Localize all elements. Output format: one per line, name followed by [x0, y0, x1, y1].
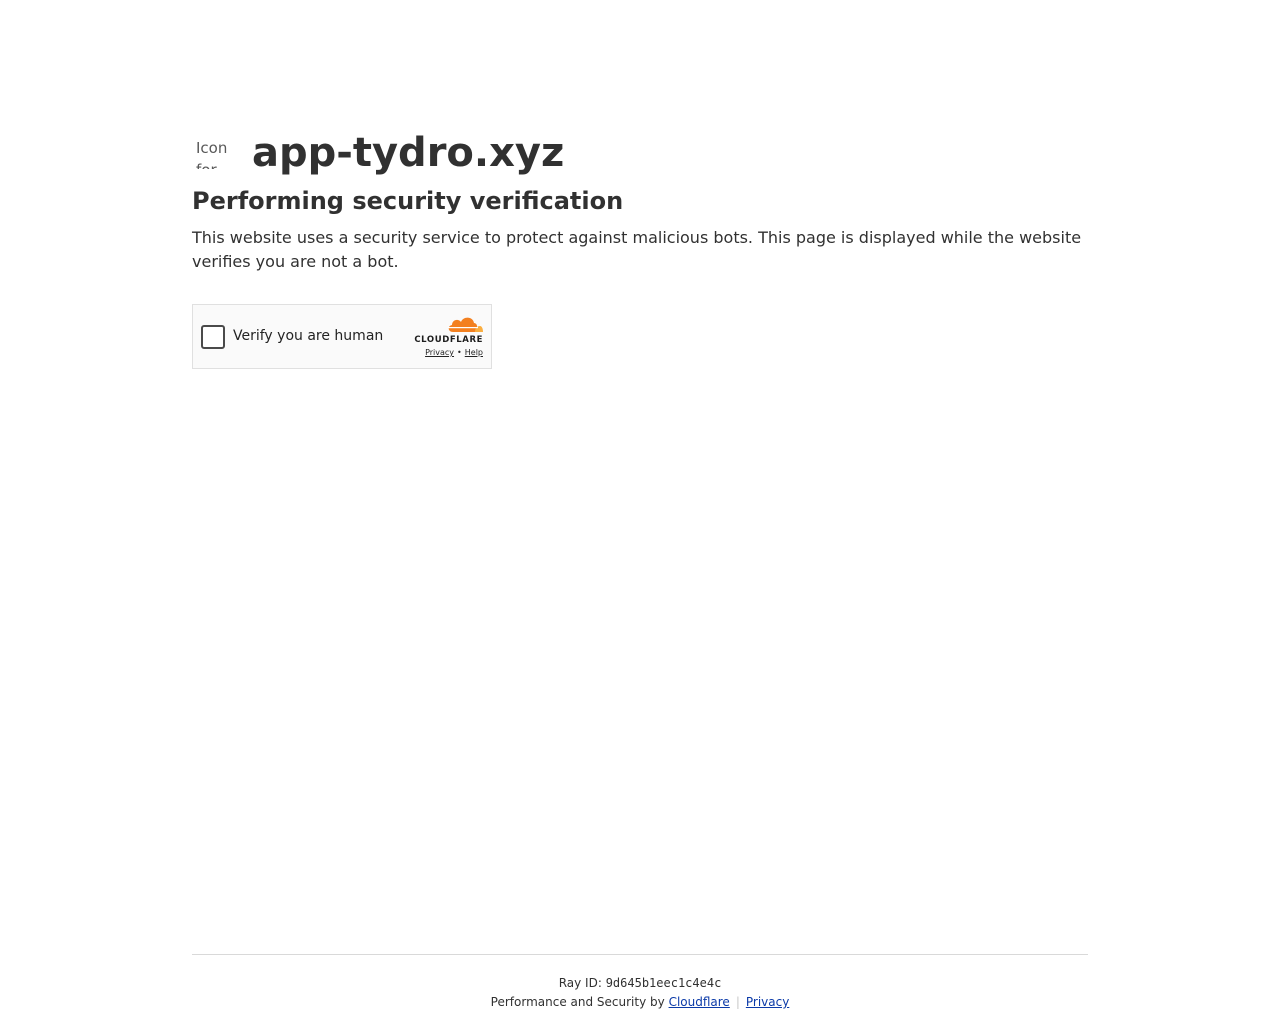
challenge-page: Icon for app-tydro.xyz app-tydro.xyz Per… [0, 0, 1280, 1024]
widget-help-link[interactable]: Help [465, 348, 483, 357]
ray-id-value: 9d645b1eec1c4e4c [605, 976, 722, 990]
main-content: Icon for app-tydro.xyz app-tydro.xyz Per… [192, 128, 1088, 369]
ray-id-label: Ray ID: [558, 976, 602, 990]
footer-privacy-link[interactable]: Privacy [746, 995, 789, 1009]
verify-checkbox[interactable] [201, 325, 225, 349]
widget-privacy-link[interactable]: Privacy [425, 348, 454, 357]
cloudflare-brand: CLOUDFLARE Privacy • Help [403, 315, 483, 361]
page-heading: Performing security verification [192, 187, 624, 215]
performance-line: Performance and Security by Cloudflare | P… [192, 993, 1088, 1011]
performance-text: Performance and Security by [490, 995, 665, 1009]
site-favicon-icon: Icon for app-tydro.xyz [196, 139, 228, 169]
verify-label[interactable]: Verify you are human [233, 326, 383, 346]
widget-links: Privacy • Help [425, 348, 483, 357]
cloudflare-link[interactable]: Cloudflare [669, 995, 730, 1009]
footer: Ray ID: 9d645b1eec1c4e4c Performance and… [192, 954, 1088, 1011]
site-header: Icon for app-tydro.xyz app-tydro.xyz [192, 128, 1088, 178]
page-description: This website uses a security service to … [192, 228, 1082, 271]
site-name: app-tydro.xyz [252, 130, 565, 176]
cloudflare-cloud-icon [448, 317, 483, 332]
widget-link-separator: • [457, 348, 462, 357]
footer-divider: | [735, 995, 740, 1009]
ray-id: Ray ID: 9d645b1eec1c4e4c [192, 975, 1088, 991]
cloudflare-wordmark: CLOUDFLARE [414, 335, 483, 345]
turnstile-widget: Verify you are human CLOUDFLARE Privacy •… [192, 304, 492, 369]
